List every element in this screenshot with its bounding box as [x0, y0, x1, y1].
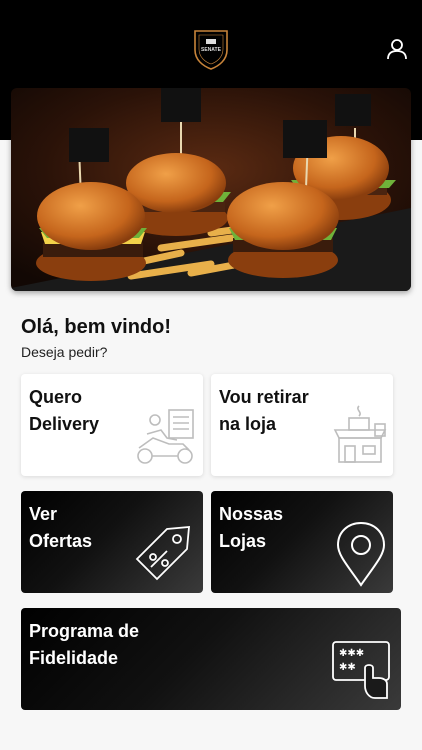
user-icon	[387, 39, 407, 60]
hero-burgers-image	[11, 88, 411, 291]
our-stores-card[interactable]: Nossas Lojas	[211, 491, 393, 593]
loyalty-program-card-label: Programa de Fidelidade	[29, 621, 140, 668]
map-pin-icon	[336, 521, 386, 587]
svg-text:✱✱✱: ✱✱✱	[339, 648, 364, 659]
welcome-subtitle: Deseja pedir?	[21, 344, 108, 360]
shield-logo-icon: SENATE	[194, 30, 228, 70]
discount-tag-icon	[135, 526, 190, 581]
svg-text:SENATE: SENATE	[201, 47, 222, 53]
delivery-scooter-icon	[137, 409, 194, 464]
svg-text:✱✱: ✱✱	[339, 662, 356, 673]
loyalty-program-card[interactable]: Programa de Fidelidade ✱✱✱ ✱✱	[21, 608, 401, 710]
delivery-card[interactable]: Quero Delivery	[21, 374, 203, 476]
store-pickup-card[interactable]: Vou retirar na loja	[211, 374, 393, 476]
offers-card[interactable]: Ver Ofertas	[21, 491, 203, 593]
user-profile-button[interactable]	[384, 36, 410, 62]
loyalty-card-icon: ✱✱✱ ✱✱	[332, 641, 390, 699]
store-pickup-card-label: Vou retirar na loja	[219, 387, 309, 434]
store-pickup-icon	[333, 405, 387, 463]
welcome-title: Olá, bem vindo!	[21, 316, 172, 338]
brand-logo: SENATE	[192, 28, 230, 70]
our-stores-card-label: Nossas Lojas	[219, 504, 284, 551]
